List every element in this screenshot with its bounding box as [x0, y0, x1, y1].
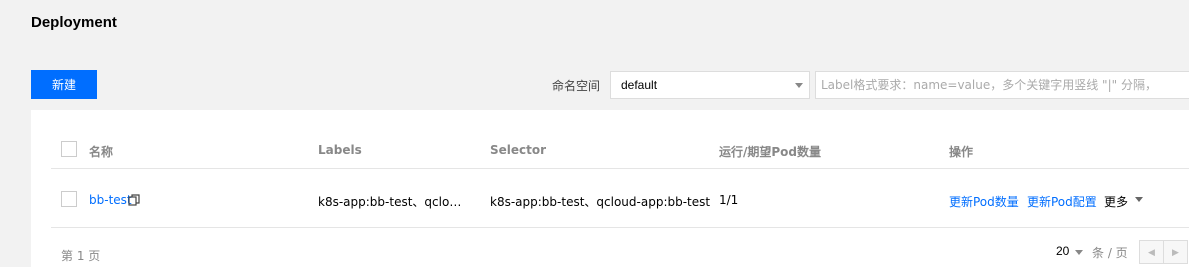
update-pod-count-link[interactable]: 更新Pod数量 — [949, 193, 1019, 210]
row-labels: k8s-app:bb-test、qcloud… — [318, 195, 468, 209]
row-divider — [51, 227, 1189, 228]
caret-down-icon — [1135, 197, 1143, 202]
update-pod-config-link[interactable]: 更新Pod配置 — [1027, 193, 1097, 210]
caret-down-icon — [1075, 250, 1083, 255]
namespace-label: 命名空间 — [552, 79, 601, 93]
namespace-select-value: default — [621, 78, 658, 92]
column-header-actions: 操作 — [949, 145, 974, 159]
next-page-icon: ▶ — [1172, 246, 1179, 257]
deployment-table-panel: 名称 Labels Selector 运行/期望Pod数量 操作 bb-test… — [31, 110, 1189, 267]
create-button[interactable]: 新建 — [31, 70, 97, 99]
prev-page-icon: ◀ — [1148, 246, 1155, 257]
column-header-name: 名称 — [89, 145, 114, 159]
next-page-button[interactable]: ▶ — [1163, 240, 1188, 264]
chevron-down-icon — [795, 83, 803, 88]
row-pods: 1/1 — [719, 193, 739, 207]
page-title: Deployment — [31, 14, 117, 31]
page-indicator: 第 1 页 — [61, 249, 101, 263]
row-selector: k8s-app:bb-test、qcloud-app:bb-test — [490, 195, 711, 209]
select-all-checkbox[interactable] — [61, 141, 77, 157]
column-header-selector: Selector — [490, 143, 547, 157]
namespace-select[interactable]: default — [610, 71, 810, 99]
deployment-name-link[interactable]: bb-test — [89, 193, 132, 207]
header-divider — [51, 168, 1189, 169]
prev-page-button[interactable]: ◀ — [1139, 240, 1164, 264]
copy-icon[interactable] — [128, 194, 140, 206]
row-checkbox[interactable] — [61, 191, 77, 207]
label-search-input[interactable] — [815, 71, 1189, 99]
more-actions-button[interactable]: 更多 — [1104, 193, 1128, 210]
column-header-pods: 运行/期望Pod数量 — [719, 145, 822, 159]
page-size-select[interactable]: 20 — [1056, 244, 1069, 258]
page-size-unit: 条 / 页 — [1092, 246, 1128, 260]
column-header-labels: Labels — [318, 143, 362, 157]
